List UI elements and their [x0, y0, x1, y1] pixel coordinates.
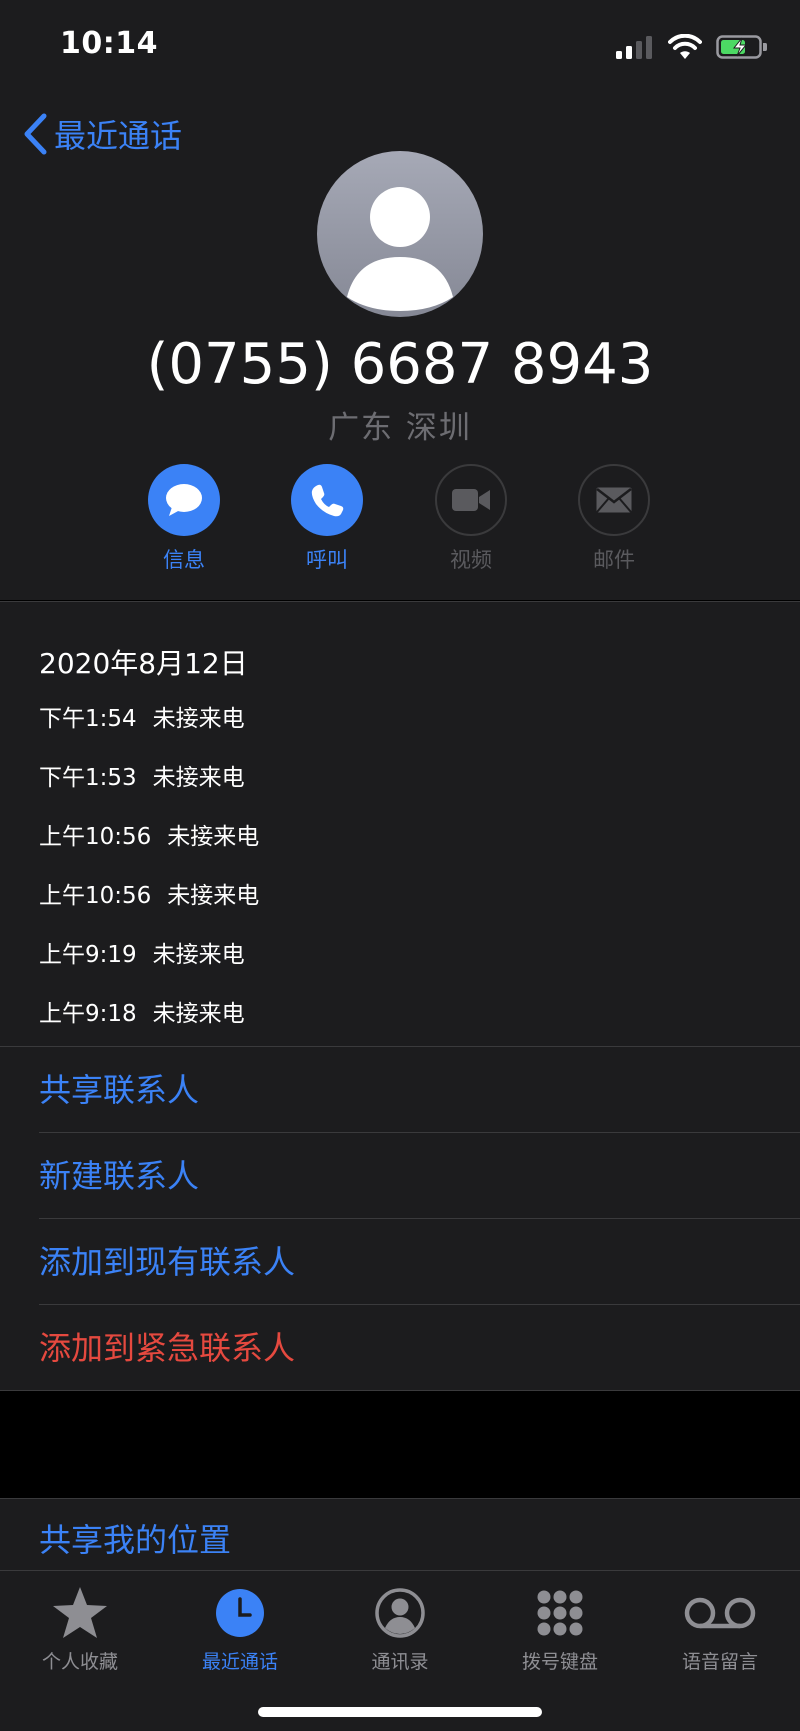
chevron-left-icon — [24, 113, 47, 155]
video-button[interactable]: 视频 — [411, 464, 531, 574]
star-icon — [53, 1587, 107, 1638]
contacts-icon — [375, 1588, 425, 1638]
tab-contacts[interactable]: 通讯录 — [320, 1581, 480, 1674]
battery-charging-icon — [716, 35, 767, 59]
tab-recents[interactable]: 最近通话 — [160, 1581, 320, 1674]
call-history-row: 下午1:53 未接来电 — [39, 758, 245, 792]
status-time: 10:14 — [60, 26, 158, 61]
tab-label: 拨号键盘 — [521, 1651, 598, 1673]
add-to-existing-contact-item[interactable]: 添加到现有联系人 — [39, 1219, 800, 1305]
call-time: 上午9:18 — [39, 1001, 137, 1027]
call-time: 上午10:56 — [39, 883, 152, 909]
call-time: 上午10:56 — [39, 824, 152, 850]
status-bar: 10:14 — [0, 0, 800, 96]
contact-header: 最近通话 (0755) 6687 8943 广东 深圳 信息 呼叫 视频 邮件 — [0, 96, 800, 600]
call-status: 未接来电 — [152, 1001, 245, 1027]
contact-action-buttons: 信息 呼叫 视频 邮件 — [0, 464, 800, 574]
message-button[interactable]: 信息 — [124, 464, 244, 574]
video-button-label: 视频 — [450, 548, 492, 572]
contact-options-list: 共享联系人 新建联系人 添加到现有联系人 添加到紧急联系人 — [0, 1046, 800, 1391]
cellular-signal-icon — [616, 36, 652, 59]
history-date: 2020年8月12日 — [39, 647, 248, 680]
call-status: 未接来电 — [152, 942, 245, 968]
call-time: 下午1:53 — [39, 765, 137, 791]
mail-button[interactable]: 邮件 — [554, 464, 674, 574]
back-button-label: 最近通话 — [54, 117, 183, 155]
call-status: 未接来电 — [152, 765, 245, 791]
tab-voicemail[interactable]: 语音留言 — [640, 1581, 800, 1674]
keypad-icon — [537, 1590, 583, 1636]
tab-keypad[interactable]: 拨号键盘 — [480, 1581, 640, 1674]
message-button-label: 信息 — [163, 548, 205, 572]
message-bubble-icon — [166, 484, 202, 516]
call-button-label: 呼叫 — [306, 548, 348, 572]
tab-label: 个人收藏 — [41, 1651, 118, 1673]
call-history-row: 上午9:18 未接来电 — [39, 994, 245, 1028]
home-indicator[interactable] — [258, 1707, 542, 1717]
status-icons — [614, 34, 768, 60]
call-time: 下午1:54 — [39, 706, 137, 732]
tab-label: 最近通话 — [201, 1651, 278, 1673]
phone-location: 广东 深圳 — [328, 410, 472, 446]
back-button[interactable]: 最近通话 — [22, 104, 182, 164]
mail-button-label: 邮件 — [593, 548, 635, 572]
voicemail-icon — [684, 1597, 756, 1629]
phone-icon — [311, 484, 344, 517]
tab-favorites[interactable]: 个人收藏 — [0, 1581, 160, 1674]
call-history-row: 上午9:19 未接来电 — [39, 935, 245, 969]
call-status: 未接来电 — [167, 824, 260, 850]
new-contact-item[interactable]: 新建联系人 — [39, 1133, 800, 1219]
share-contact-item[interactable]: 共享联系人 — [39, 1047, 800, 1133]
mail-envelope-icon — [596, 487, 632, 513]
person-silhouette-icon — [347, 187, 453, 311]
clock-icon — [216, 1589, 264, 1637]
call-status: 未接来电 — [167, 883, 260, 909]
call-time: 上午9:19 — [39, 942, 137, 968]
call-status: 未接来电 — [152, 706, 245, 732]
call-history-row: 上午10:56 未接来电 — [39, 817, 259, 851]
wifi-icon — [668, 34, 702, 59]
phone-number: (0755) 6687 8943 — [146, 332, 654, 397]
tab-label: 通讯录 — [371, 1651, 429, 1673]
avatar — [317, 151, 483, 317]
call-button[interactable]: 呼叫 — [267, 464, 387, 574]
call-history-row: 下午1:54 未接来电 — [39, 699, 245, 733]
call-history-row: 上午10:56 未接来电 — [39, 876, 259, 910]
video-camera-icon — [452, 489, 490, 511]
tab-label: 语音留言 — [681, 1651, 758, 1673]
share-location-label: 共享我的位置 — [39, 1521, 232, 1559]
section-gap — [0, 1391, 800, 1498]
call-history: 2020年8月12日 下午1:54 未接来电 下午1:53 未接来电 上午10:… — [0, 601, 800, 1046]
share-location-row[interactable]: 共享我的位置 — [0, 1498, 800, 1570]
add-to-emergency-contact-item[interactable]: 添加到紧急联系人 — [39, 1305, 800, 1391]
phone-screen: 10:14 最近通话 (0755) 6687 8943 广东 深圳 信息 呼叫 … — [0, 0, 800, 1731]
